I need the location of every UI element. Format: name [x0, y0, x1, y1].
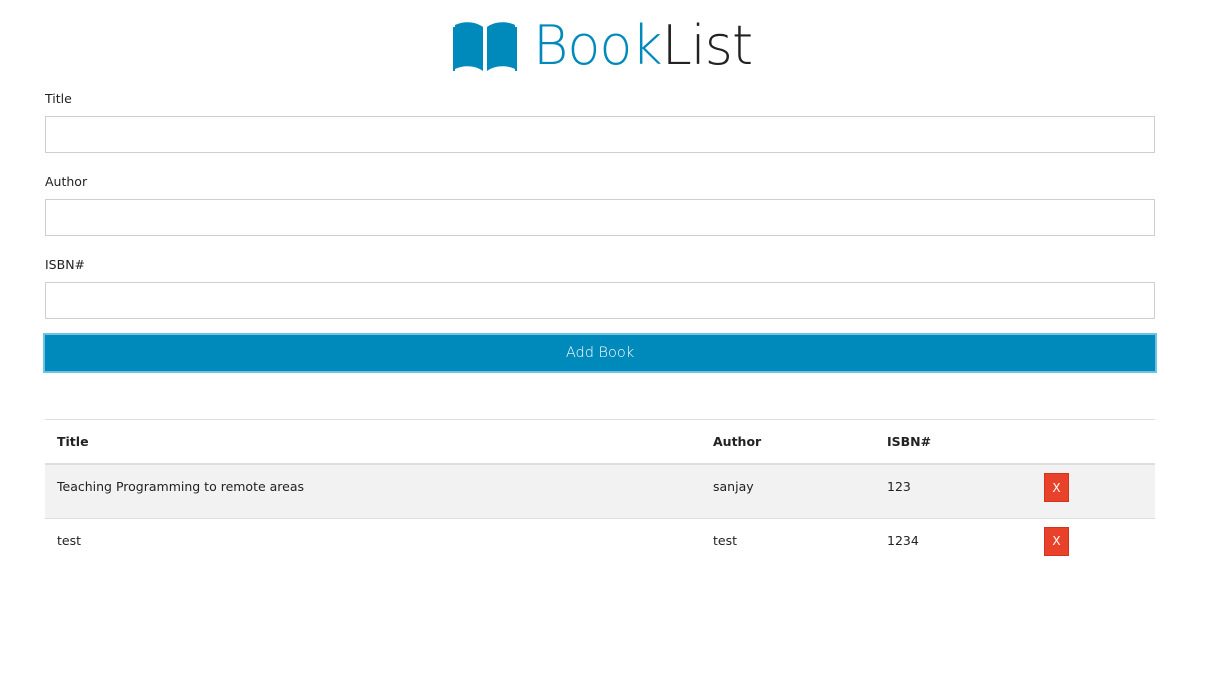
- app-container: BookList Title Author ISBN# Add Book Tit…: [43, 0, 1157, 572]
- isbn-label: ISBN#: [45, 257, 86, 272]
- book-author-cell: sanjay: [701, 464, 875, 519]
- isbn-form-group: ISBN#: [45, 258, 1155, 319]
- column-header-author: Author: [701, 419, 875, 465]
- table-row: Teaching Programming to remote areas san…: [45, 464, 1155, 519]
- title-label: Title: [45, 91, 72, 106]
- brand-title-part1: Book: [533, 14, 663, 77]
- title-input[interactable]: [45, 116, 1155, 153]
- brand-logo: BookList: [453, 14, 753, 78]
- brand-title: BookList: [533, 14, 753, 78]
- book-action-cell: X: [1032, 518, 1155, 572]
- book-isbn-cell: 1234: [887, 532, 919, 548]
- delete-book-button[interactable]: X: [1044, 526, 1069, 556]
- isbn-input[interactable]: [45, 282, 1155, 319]
- brand-title-part2: List: [661, 14, 753, 77]
- header: BookList: [45, 0, 1155, 92]
- book-table-header: Title Author ISBN#: [45, 419, 1155, 465]
- book-title-cell: test: [57, 532, 82, 548]
- book-isbn-cell: 123: [875, 464, 1032, 519]
- table-row: test test 1234 X: [45, 518, 1155, 572]
- delete-book-button[interactable]: X: [1044, 473, 1069, 502]
- book-form: Title Author ISBN# Add Book: [43, 92, 1157, 373]
- book-action-cell: X: [1032, 464, 1155, 519]
- book-list: Teaching Programming to remote areas san…: [45, 464, 1155, 572]
- author-input[interactable]: [45, 199, 1155, 236]
- add-book-button[interactable]: Add Book: [43, 333, 1157, 373]
- book-open-icon: [453, 22, 517, 71]
- author-label: Author: [45, 174, 88, 189]
- book-table: Title Author ISBN# Teaching Programming …: [45, 419, 1155, 572]
- book-title-cell: Teaching Programming to remote areas: [45, 464, 701, 519]
- column-header-title: Title: [45, 419, 701, 465]
- column-header-action: [1032, 419, 1155, 465]
- column-header-isbn: ISBN#: [875, 419, 1032, 465]
- book-author-cell: test: [713, 532, 738, 548]
- title-form-group: Title: [45, 92, 1155, 153]
- author-form-group: Author: [45, 175, 1155, 236]
- table-header-row: Title Author ISBN#: [45, 419, 1155, 465]
